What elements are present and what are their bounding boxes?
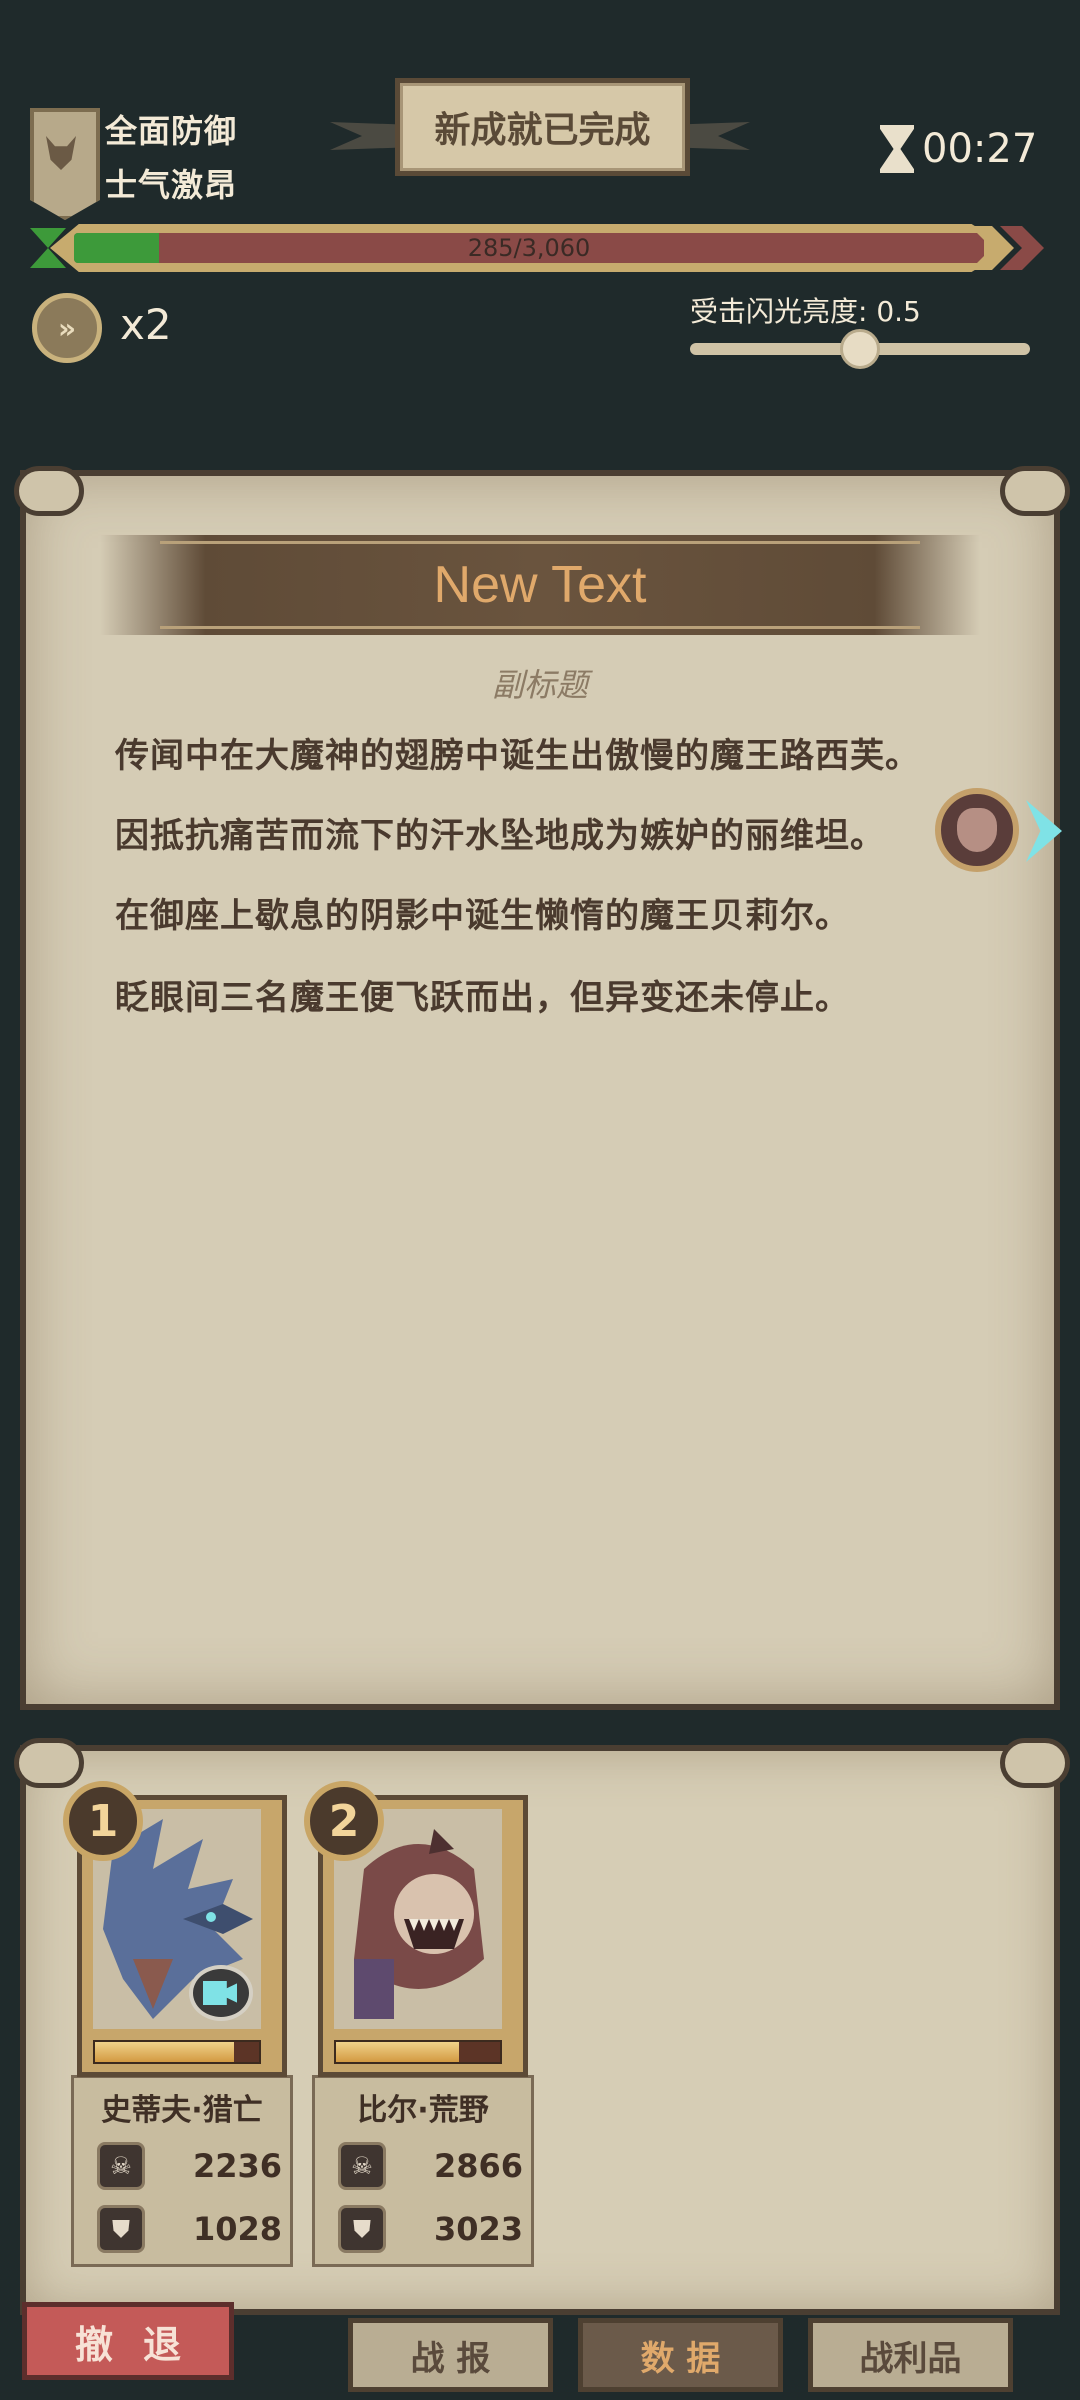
enemy-avatar-button[interactable] [935, 788, 1019, 872]
status-morale-label: 士气激昂 [105, 166, 238, 204]
tab-loot[interactable]: 战利品 [808, 2318, 1013, 2392]
tab-battle-report[interactable]: 战 报 [348, 2318, 553, 2392]
story-paragraph: 因抵抗痛苦而流下的汗水坠地成为嫉妒的丽维坦。 [115, 816, 885, 856]
status-defense-label: 全面防御 [105, 112, 238, 150]
video-camera-icon[interactable] [189, 1965, 253, 2021]
skull-icon: ☠ [97, 2142, 145, 2190]
speed-multiplier: x2 [120, 300, 172, 349]
unit-hp-fill [336, 2042, 459, 2062]
scroll-curl-icon [1000, 466, 1070, 516]
story-paragraph: 传闻中在大魔神的翅膀中诞生出傲慢的魔王路西芙。 [115, 736, 920, 776]
fast-forward-icon: » [57, 311, 77, 345]
retreat-button[interactable]: 撤退 [22, 2302, 234, 2380]
unit-hp-fill [95, 2042, 235, 2062]
attack-value: 2236 [192, 2147, 282, 2185]
battle-timer: 00:27 [880, 125, 1037, 173]
unit-name: 史蒂夫·猎亡 [101, 2093, 263, 2128]
unit-rank-badge: 1 [63, 1781, 143, 1861]
faction-banner-icon [30, 108, 100, 220]
scroll-curl-icon [14, 1738, 84, 1788]
story-subtitle: 副标题 [491, 666, 588, 704]
shield-icon: ⛊ [338, 2205, 386, 2253]
fast-forward-button[interactable]: » [32, 293, 102, 363]
flash-brightness-slider[interactable] [690, 329, 1030, 369]
unit-defense-stat: ⛊ 3023 [338, 2203, 523, 2255]
hourglass-icon [880, 125, 914, 173]
unit-hp-bar [334, 2040, 502, 2064]
defense-value: 3023 [433, 2210, 523, 2248]
unit-hp-bar [93, 2040, 261, 2064]
timer-text: 00:27 [922, 126, 1038, 172]
story-panel [20, 470, 1060, 1710]
unit-attack-stat: ☠ 2866 [338, 2140, 523, 2192]
story-title: New Text [433, 556, 647, 614]
scroll-curl-icon [1000, 1738, 1070, 1788]
progress-text: 285/3,060 [467, 234, 591, 262]
defense-value: 1028 [192, 2210, 282, 2248]
flash-brightness-label: 受击闪光亮度: 0.5 [690, 295, 921, 328]
unit-attack-stat: ☠ 2236 [97, 2140, 282, 2192]
unit-rank-badge: 2 [304, 1781, 384, 1861]
skull-icon: ☠ [338, 2142, 386, 2190]
shield-icon: ⛊ [97, 2205, 145, 2253]
scroll-curl-icon [14, 466, 84, 516]
story-paragraph: 在御座上歇息的阴影中诞生懒惰的魔王贝莉尔。 [115, 896, 850, 936]
achievement-banner[interactable]: 新成就已完成 [395, 78, 690, 176]
story-paragraph: 眨眼间三名魔王便飞跃而出，但异变还未停止。 [115, 978, 850, 1018]
slider-handle[interactable] [840, 329, 880, 369]
story-title-band: New Text [100, 535, 980, 635]
wave-progress-bar: 285/3,060 [30, 224, 1044, 274]
tab-data[interactable]: 数 据 [578, 2318, 783, 2392]
unit-name: 比尔·荒野 [357, 2093, 489, 2128]
attack-value: 2866 [433, 2147, 523, 2185]
unit-defense-stat: ⛊ 1028 [97, 2203, 282, 2255]
